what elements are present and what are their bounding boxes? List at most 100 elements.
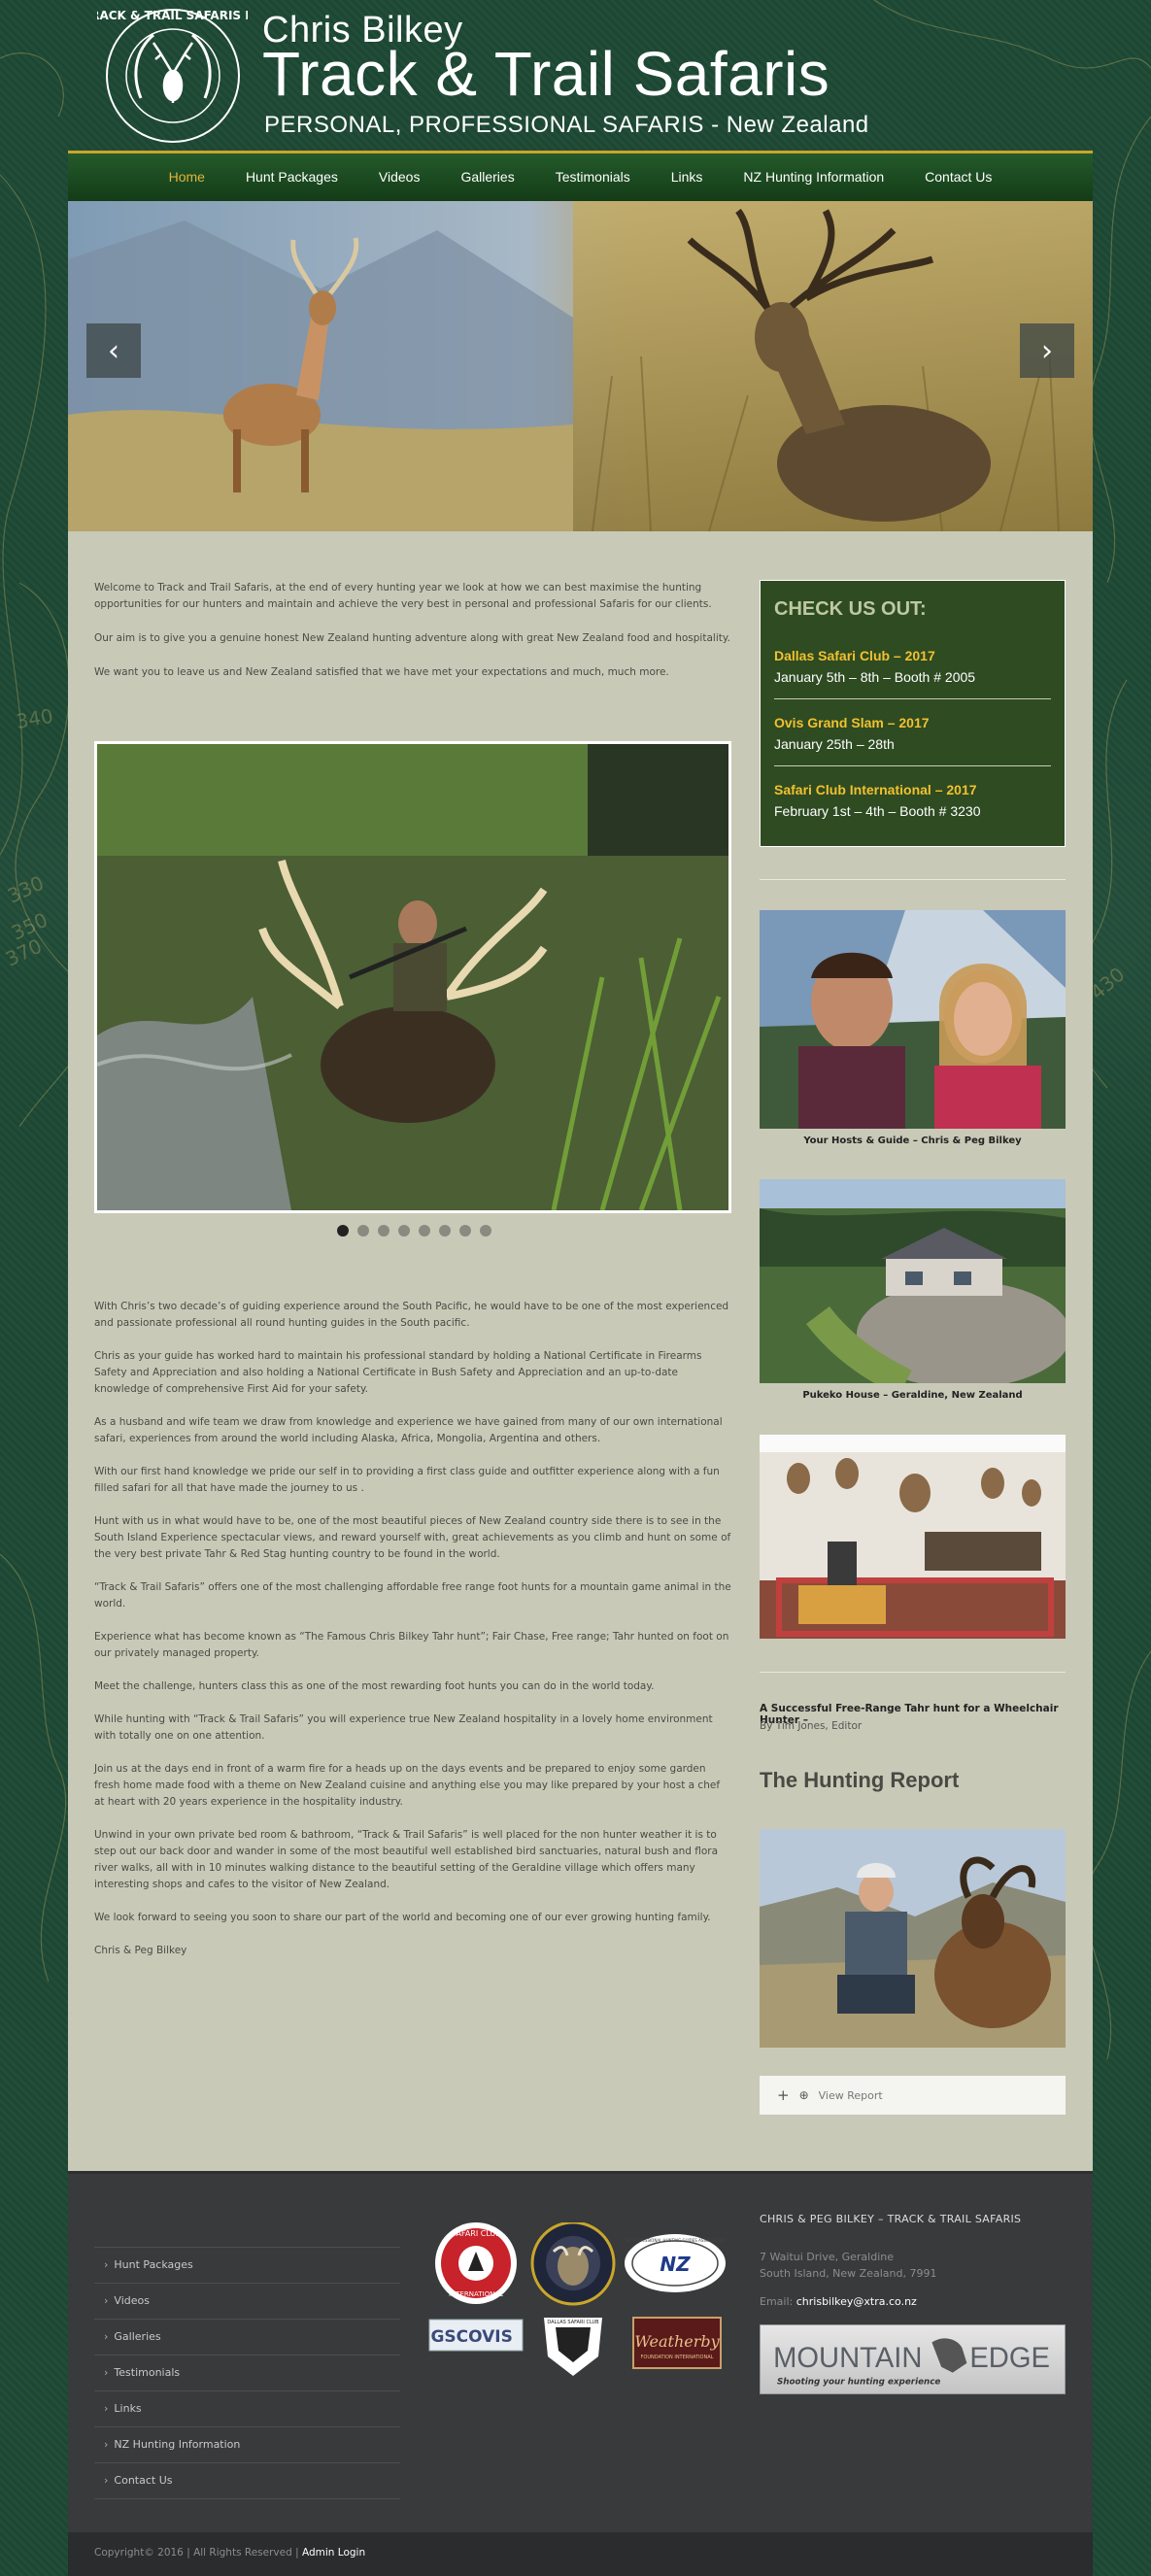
gallery-dot[interactable] <box>357 1225 369 1237</box>
body-text: With Chris’s two decade’s of guiding exp… <box>94 1299 731 1976</box>
hero-image <box>68 201 1093 531</box>
svg-text:Weatherby: Weatherby <box>634 2332 720 2351</box>
nav-item-home[interactable]: Home <box>149 153 225 201</box>
body-paragraph: While hunting with “Track & Trail Safari… <box>94 1713 713 1742</box>
body-paragraph: Hunt with us in what would have to be, o… <box>94 1515 731 1560</box>
view-report-button[interactable]: + ⊕ View Report <box>760 2076 1066 2115</box>
body-paragraph: Chris as your guide has worked hard to m… <box>94 1350 702 1395</box>
gallery-dot[interactable] <box>398 1225 410 1237</box>
footer-email-link[interactable]: chrisbilkey@xtra.co.nz <box>796 2295 917 2308</box>
copyright-bar: Copyright© 2016 | All Rights Reserved | … <box>68 2532 1093 2576</box>
footer-address-line: South Island, New Zealand, 7991 <box>760 2267 937 2280</box>
plus-icon: + <box>777 2086 790 2104</box>
site-footer: › Hunt Packages › Videos › Galleries › Testimon… <box>68 2171 1093 2532</box>
trophy-room-photo[interactable] <box>760 1435 1066 1639</box>
photo-gallery[interactable] <box>94 741 731 1213</box>
circle-plus-icon: ⊕ <box>798 2088 809 2102</box>
gallery-pagination <box>337 1225 491 1237</box>
footer-menu-label: Videos <box>114 2294 150 2307</box>
footer-menu-label: Testimonials <box>114 2366 181 2379</box>
slider-next-button[interactable]: › <box>1020 323 1074 378</box>
body-paragraph: With our first hand knowledge we pride o… <box>94 1466 720 1494</box>
intro-paragraph: We want you to leave us and New Zealand … <box>94 666 669 678</box>
body-paragraph: As a husband and wife team we draw from … <box>94 1416 723 1444</box>
event-date: February 1st – 4th – Booth # 3230 <box>774 803 981 819</box>
event-divider <box>774 698 1051 699</box>
footer-menu-item[interactable]: › Galleries <box>94 2320 400 2356</box>
body-paragraph: Join us at the days end in front of a wa… <box>94 1763 721 1808</box>
body-paragraph: With Chris’s two decade’s of guiding exp… <box>94 1301 729 1329</box>
svg-text:NZ PROFESSIONAL HUNTING GUIDES: NZ PROFESSIONAL HUNTING GUIDES ASSOCIATI… <box>626 2238 725 2243</box>
event-title: Safari Club International – 2017 <box>774 782 977 797</box>
svg-text:SAFARI CLUB: SAFARI CLUB <box>451 2229 501 2238</box>
hosts-caption: Your Hosts & Guide – Chris & Peg Bilkey <box>803 1135 1022 1146</box>
nav-item-videos[interactable]: Videos <box>358 153 441 201</box>
event-item: Safari Club International – 2017 Februar… <box>774 782 1051 819</box>
gallery-dot[interactable] <box>480 1225 491 1237</box>
svg-text:NZ: NZ <box>660 2253 691 2276</box>
nav-item-testimonials[interactable]: Testimonials <box>535 153 651 201</box>
footer-menu-item[interactable]: › Testimonials <box>94 2356 400 2391</box>
footer-menu-item[interactable]: › NZ Hunting Information <box>94 2427 400 2463</box>
gallery-dot[interactable] <box>459 1225 471 1237</box>
view-report-label: View Report <box>818 2088 883 2102</box>
dallas-safari-club-logo: DALLAS SAFARI CLUB <box>544 2318 602 2376</box>
event-item: Ovis Grand Slam – 2017 January 25th – 28… <box>774 715 1051 752</box>
chevron-right-icon: › <box>104 2366 109 2379</box>
check-us-out-box: CHECK US OUT: Dallas Safari Club – 2017 … <box>760 580 1066 847</box>
svg-text:GSCO: GSCO <box>430 2327 482 2347</box>
partner-logos: SAFARI CLUB INTERNATIONAL NZ NZ PROFESSI… <box>428 2222 726 2376</box>
sci-logo: SAFARI CLUB INTERNATIONAL <box>435 2222 517 2304</box>
footer-menu-item[interactable]: › Links <box>94 2391 400 2427</box>
footer-menu-label: Hunt Packages <box>114 2258 193 2271</box>
sponsor-title: MOUNTAIN <box>773 2343 922 2374</box>
chevron-right-icon: › <box>104 2474 109 2487</box>
brand-tagline: PERSONAL, PROFESSIONAL SAFARIS - New Zea… <box>264 112 869 138</box>
chevron-right-icon: › <box>104 2294 109 2307</box>
intro-paragraph: Welcome to Track and Trail Safaris, at t… <box>94 582 712 610</box>
footer-menu-item[interactable]: › Videos <box>94 2284 400 2320</box>
footer-menu: › Hunt Packages › Videos › Galleries › Testimon… <box>94 2247 400 2499</box>
footer-contact: CHRIS & PEG BILKEY – TRACK & TRAIL SAFAR… <box>760 2213 1066 2310</box>
main-nav: Home Hunt Packages Videos Galleries Test… <box>68 151 1093 201</box>
hunting-report-photo[interactable] <box>760 1829 1066 2048</box>
body-paragraph: Chris & Peg Bilkey <box>94 1945 187 1956</box>
nav-item-contact-us[interactable]: Contact Us <box>904 153 1012 201</box>
svg-text:340: 340 <box>15 704 55 733</box>
gallery-dot[interactable] <box>419 1225 430 1237</box>
svg-text:VIS: VIS <box>482 2327 513 2347</box>
admin-login-link[interactable]: Admin Login <box>302 2547 365 2559</box>
nav-item-links[interactable]: Links <box>651 153 724 201</box>
hosts-photo[interactable] <box>760 910 1066 1129</box>
mountain-edge-banner[interactable]: MOUNTAIN EDGE Shooting your hunting expe… <box>760 2324 1066 2394</box>
nav-item-nz-hunting-information[interactable]: NZ Hunting Information <box>723 153 904 201</box>
gallery-dot[interactable] <box>378 1225 389 1237</box>
footer-menu-label: Contact Us <box>114 2474 173 2487</box>
brand-title[interactable]: Track & Trail Safaris <box>262 43 829 105</box>
logo-seal[interactable]: TRACK & TRAIL SAFARIS NZ <box>97 6 248 147</box>
event-item: Dallas Safari Club – 2017 January 5th – … <box>774 648 1051 685</box>
slider-prev-button[interactable]: ‹ <box>86 323 141 378</box>
svg-text:FOUNDATION INTERNATIONAL: FOUNDATION INTERNATIONAL <box>641 2355 714 2360</box>
gallery-dot[interactable] <box>439 1225 451 1237</box>
seal-text: TRACK & TRAIL SAFARIS NZ <box>97 9 248 22</box>
footer-menu-item[interactable]: › Hunt Packages <box>94 2247 400 2284</box>
event-title: Dallas Safari Club – 2017 <box>774 648 935 663</box>
footer-menu-label: Links <box>114 2402 142 2415</box>
nav-item-galleries[interactable]: Galleries <box>440 153 534 201</box>
sponsor-title-2: EDGE <box>969 2343 1050 2374</box>
body-paragraph: Meet the challenge, hunters class this a… <box>94 1680 655 1692</box>
svg-text:DALLAS SAFARI CLUB: DALLAS SAFARI CLUB <box>547 2320 599 2325</box>
hero-slider: ‹ › <box>68 201 1093 531</box>
chevron-right-icon: › <box>104 2438 109 2451</box>
footer-menu-item[interactable]: › Contact Us <box>94 2463 400 2499</box>
sidebar-divider <box>760 1672 1066 1673</box>
hunting-report-byline: By Tim Jones, Editor <box>760 1720 863 1732</box>
check-us-out-heading: CHECK US OUT: <box>774 598 927 620</box>
nav-item-hunt-packages[interactable]: Hunt Packages <box>225 153 358 201</box>
hunting-report-heading: The Hunting Report <box>760 1768 960 1792</box>
chevron-right-icon: › <box>104 2402 109 2415</box>
nzpha-logo: NZ NZ PROFESSIONAL HUNTING GUIDES ASSOCI… <box>625 2234 726 2292</box>
gallery-dot[interactable] <box>337 1225 349 1237</box>
house-photo[interactable] <box>760 1179 1066 1383</box>
